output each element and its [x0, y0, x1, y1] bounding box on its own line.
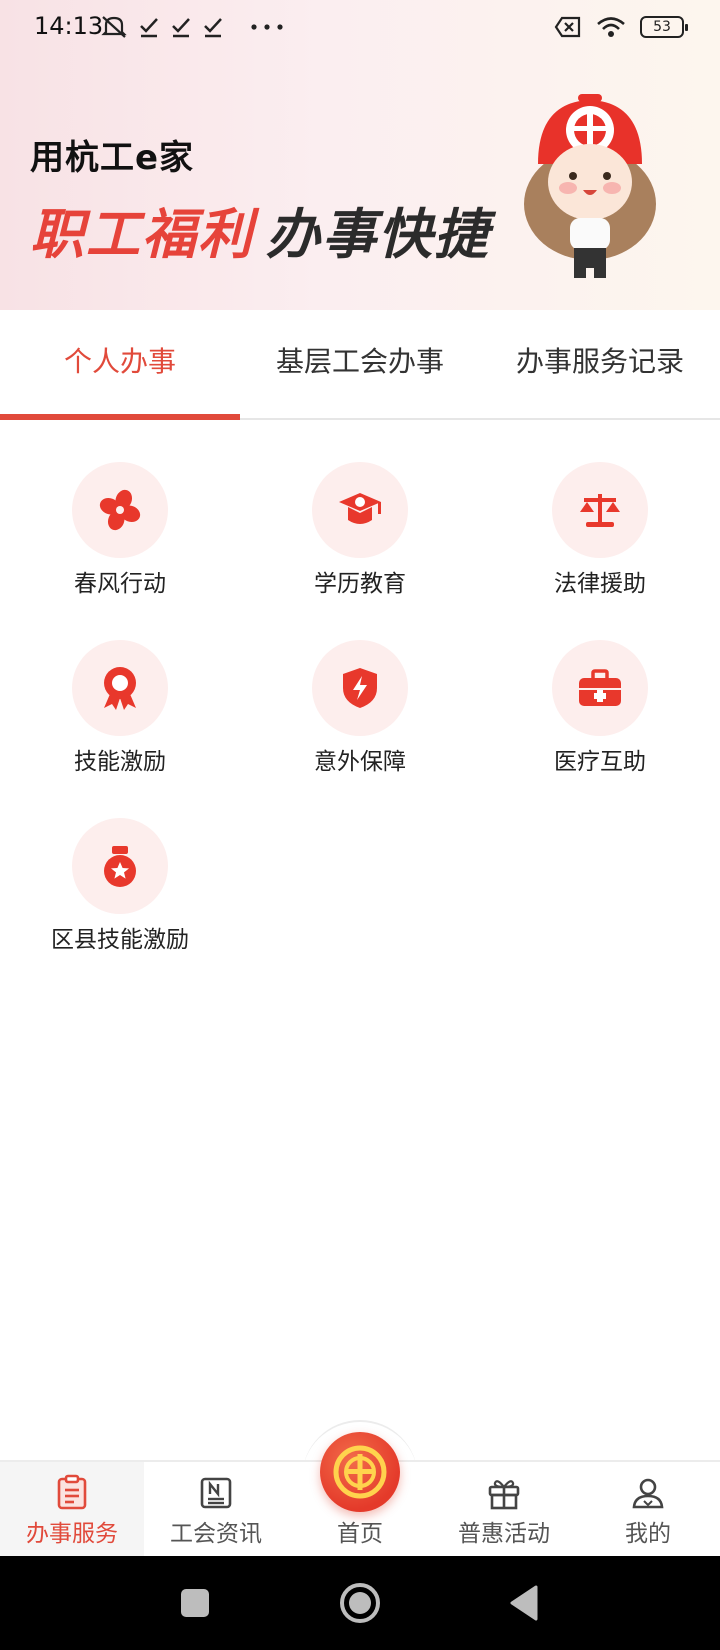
scales-icon: [580, 494, 620, 527]
nav-label: 首页: [337, 1521, 383, 1547]
nav-item-services[interactable]: 办事服务: [0, 1462, 144, 1556]
service-label: 学历教育: [314, 571, 406, 597]
home-circle-icon[interactable]: [339, 1582, 381, 1624]
service-item-district-skill-incentive[interactable]: 区县技能激励: [0, 818, 240, 954]
more-dots-icon: [251, 24, 283, 30]
status-time: 14:13: [34, 12, 104, 40]
service-label: 技能激励: [74, 749, 166, 775]
shield-lightning-icon: [343, 668, 377, 708]
service-label: 法律援助: [554, 571, 646, 597]
banner-title-red: 职工福利: [30, 203, 254, 266]
award-ribbon-icon: [104, 667, 136, 710]
banner-title: 职工福利 办事快捷: [30, 190, 490, 269]
medical-kit-icon: [579, 669, 621, 706]
battery-indicator: 53: [640, 16, 688, 38]
tab-bar: 个人办事 基层工会办事 办事服务记录: [0, 310, 720, 420]
home-logo-button[interactable]: [320, 1432, 400, 1512]
tab-grassroots-union[interactable]: 基层工会办事: [240, 310, 480, 418]
service-label: 区县技能激励: [51, 927, 189, 953]
sim-x-icon: [554, 16, 581, 38]
check-icon: [204, 18, 222, 38]
nav-item-benefits[interactable]: 普惠活动: [432, 1462, 576, 1556]
service-item-skill-incentive[interactable]: 技能激励: [0, 640, 240, 776]
graduation-cap-icon: [339, 493, 381, 524]
nav-label: 办事服务: [26, 1521, 118, 1547]
service-label: 医疗互助: [554, 749, 646, 775]
status-right-icons: 53: [554, 12, 688, 42]
service-item-spring-breeze[interactable]: 春风行动: [0, 462, 240, 598]
mute-icon: [101, 16, 127, 38]
clipboard-icon: [57, 1474, 87, 1510]
service-item-education[interactable]: 学历教育: [240, 462, 480, 598]
fan-flower-icon: [99, 489, 141, 531]
medal-icon: [104, 846, 136, 887]
nav-item-union-news[interactable]: 工会资讯: [144, 1462, 288, 1556]
mascot-illustration: [524, 94, 656, 278]
check-icon: [172, 18, 190, 38]
news-icon: [200, 1477, 232, 1509]
service-item-legal-aid[interactable]: 法律援助: [480, 462, 720, 598]
tab-service-records[interactable]: 办事服务记录: [480, 310, 720, 418]
nav-label: 工会资讯: [170, 1521, 262, 1547]
system-nav-bar: [0, 1556, 720, 1650]
recents-square-icon[interactable]: [180, 1588, 210, 1618]
service-grid: 春风行动 学历教育 法律援助 技能激励 意外保障 医疗互助 区县技能激励: [0, 462, 720, 954]
gift-icon: [488, 1480, 520, 1510]
service-item-accident-protection[interactable]: 意外保障: [240, 640, 480, 776]
status-bar: 14:13 53: [0, 0, 720, 56]
service-label: 意外保障: [314, 749, 406, 775]
nav-item-mine[interactable]: 我的: [576, 1462, 720, 1556]
nav-label: 普惠活动: [458, 1521, 550, 1547]
service-item-medical-mutual-aid[interactable]: 医疗互助: [480, 640, 720, 776]
status-left-icons: [100, 12, 284, 42]
back-triangle-icon[interactable]: [508, 1585, 538, 1621]
header-banner: 14:13 53 用杭工e家 职工福利 办事快捷: [0, 0, 720, 310]
nav-label: 我的: [625, 1521, 671, 1547]
banner-subtitle: 用杭工e家: [30, 138, 195, 178]
profile-icon: [632, 1478, 664, 1509]
tab-personal[interactable]: 个人办事: [0, 310, 240, 420]
check-icon: [140, 18, 158, 38]
banner-title-dark: 办事快捷: [266, 203, 490, 266]
wifi-icon: [597, 17, 625, 37]
union-logo-icon: [333, 1445, 387, 1499]
service-label: 春风行动: [74, 571, 166, 597]
